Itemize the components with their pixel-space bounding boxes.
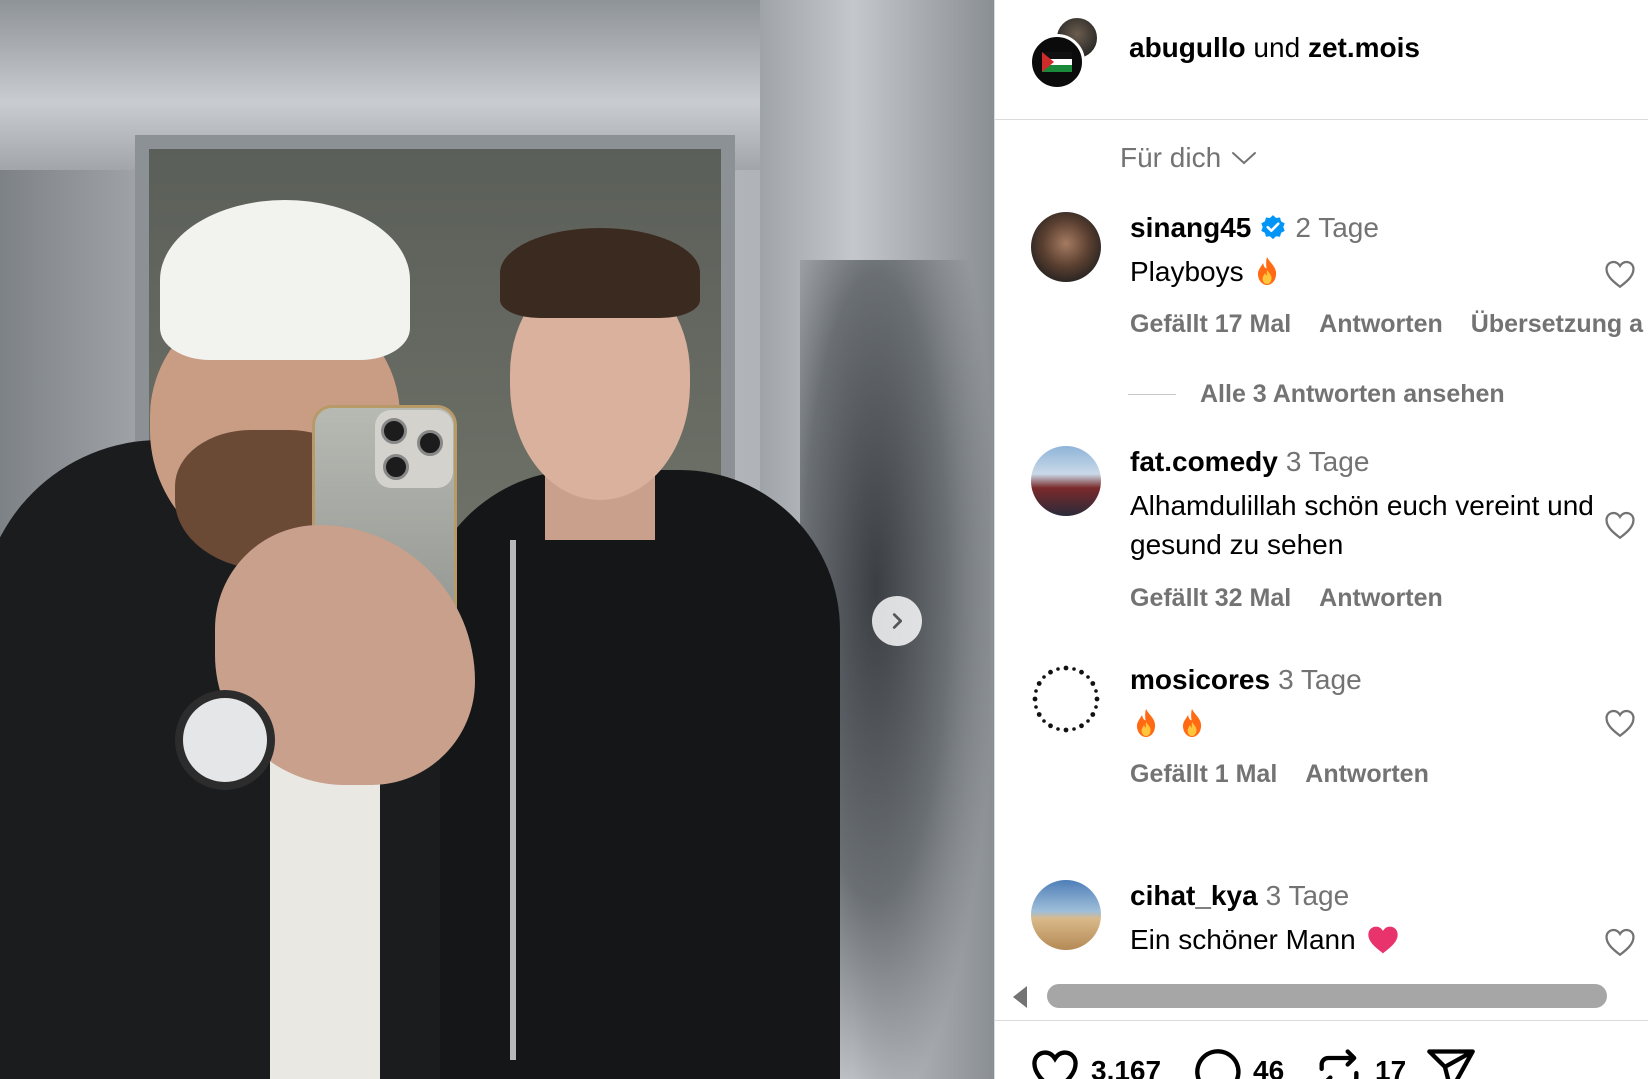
comment-time: 3 Tage — [1278, 664, 1362, 695]
reply-button[interactable]: Antworten — [1305, 760, 1429, 789]
comment-header: mosicores 3 Tage — [1130, 664, 1362, 696]
fire-emoji — [1258, 257, 1277, 285]
post-media[interactable] — [0, 0, 994, 1079]
view-replies-button[interactable]: Alle 3 Antworten ansehen — [1128, 380, 1505, 409]
comment-header: sinang45 2 Tage — [1130, 212, 1379, 244]
white-cap — [160, 200, 410, 360]
comment-username[interactable]: mosicores — [1130, 664, 1270, 696]
repost-action[interactable]: 17 — [1313, 1045, 1406, 1079]
comment-time: 3 Tage — [1285, 446, 1370, 477]
avatar[interactable] — [1031, 664, 1101, 734]
comments-panel: abugullo und zet.mois Für dich sinang45 … — [995, 0, 1648, 1079]
post-header: abugullo und zet.mois — [995, 0, 1648, 120]
scroll-left-arrow-icon[interactable] — [1009, 984, 1031, 1010]
scrollbar-thumb[interactable] — [1047, 984, 1607, 1008]
comment-text: Ein schöner Mann — [1130, 920, 1600, 959]
comment-header: cihat_kya 3 Tage — [1130, 880, 1349, 912]
comment-likes[interactable]: Gefällt 32 Mal — [1130, 584, 1291, 613]
heart-outline-icon — [1032, 1050, 1078, 1079]
avatar[interactable] — [1029, 34, 1085, 90]
comment-sort-dropdown[interactable]: Für dich — [1120, 142, 1257, 174]
share-send-icon — [1427, 1049, 1475, 1079]
author-connector: und — [1245, 32, 1308, 63]
verified-badge-icon — [1261, 215, 1286, 240]
comment-username[interactable]: sinang45 — [1130, 212, 1251, 244]
camera-lens — [417, 430, 443, 456]
comment-text: Alhamdulillah schön euch vereint und ges… — [1130, 490, 1594, 560]
like-count: 3.167 — [1091, 1055, 1162, 1079]
comment-username[interactable]: cihat_kya — [1130, 880, 1258, 912]
comment-header: fat.comedy 3 Tage — [1130, 446, 1369, 478]
collab-avatars[interactable] — [1029, 16, 1109, 94]
camera-lens — [383, 454, 409, 480]
post-actions-bar: 3.167 46 17 — [995, 1020, 1648, 1079]
comment-text: Playboys — [1130, 252, 1600, 291]
camera-lens — [381, 418, 407, 444]
person-right-hair — [500, 228, 700, 318]
cap-logo — [300, 255, 370, 295]
fire-emoji — [1136, 709, 1156, 737]
reply-button[interactable]: Antworten — [1319, 584, 1443, 613]
next-slide-button[interactable] — [872, 596, 922, 646]
comment-count: 46 — [1253, 1055, 1285, 1079]
like-action[interactable]: 3.167 — [1029, 1045, 1161, 1079]
fire-emoji — [1182, 709, 1201, 737]
comment-text — [1130, 704, 1600, 743]
palestine-flag-icon — [1042, 52, 1072, 72]
repost-icon — [1319, 1049, 1359, 1079]
comment-action[interactable]: 46 — [1191, 1045, 1284, 1079]
jacket-zipper — [510, 540, 516, 1060]
avatar[interactable] — [1031, 446, 1101, 516]
like-comment-button[interactable] — [1603, 257, 1637, 291]
post-authors: abugullo und zet.mois — [1129, 32, 1420, 64]
comment-meta: Gefällt 32 Mal Antworten — [1130, 584, 1443, 613]
like-comment-button[interactable] — [1603, 925, 1637, 959]
next-arrow-icon — [892, 613, 903, 629]
phone-camera — [375, 410, 453, 488]
author-link[interactable]: zet.mois — [1308, 32, 1420, 63]
comment-time: 3 Tage — [1265, 880, 1350, 911]
author-link[interactable]: abugullo — [1129, 32, 1246, 63]
comment-time: 2 Tage — [1295, 212, 1379, 243]
view-replies-label: Alle 3 Antworten ansehen — [1200, 380, 1505, 408]
comment-body: Ein schöner Mann — [1130, 924, 1356, 955]
like-comment-button[interactable] — [1603, 706, 1637, 740]
avatar[interactable] — [1031, 212, 1101, 282]
comment-likes[interactable]: Gefällt 17 Mal — [1130, 310, 1291, 339]
comment-meta: Gefällt 1 Mal Antworten — [1130, 760, 1429, 789]
like-comment-button[interactable] — [1603, 508, 1637, 542]
wrist-watch — [175, 690, 275, 790]
comment-bubble-icon — [1195, 1049, 1241, 1079]
translate-button[interactable]: Übersetzung a — [1471, 310, 1643, 339]
chevron-down-icon — [1232, 152, 1257, 165]
sort-label: Für dich — [1120, 142, 1222, 173]
share-action[interactable] — [1425, 1045, 1477, 1079]
horizontal-scrollbar[interactable] — [995, 978, 1648, 1018]
repost-count: 17 — [1375, 1055, 1407, 1079]
star-ring-logo — [1032, 665, 1100, 733]
avatar[interactable] — [1031, 880, 1101, 950]
comment-meta: Gefällt 17 Mal Antworten Übersetzung a — [1130, 310, 1643, 339]
replies-divider — [1128, 394, 1176, 395]
comment-username[interactable]: fat.comedy — [1130, 446, 1278, 478]
heart-emoji — [1368, 926, 1399, 954]
comment-body: Playboys — [1130, 256, 1244, 287]
comment-likes[interactable]: Gefällt 1 Mal — [1130, 760, 1277, 789]
person-right-jacket — [420, 470, 840, 1079]
reply-button[interactable]: Antworten — [1319, 310, 1443, 339]
